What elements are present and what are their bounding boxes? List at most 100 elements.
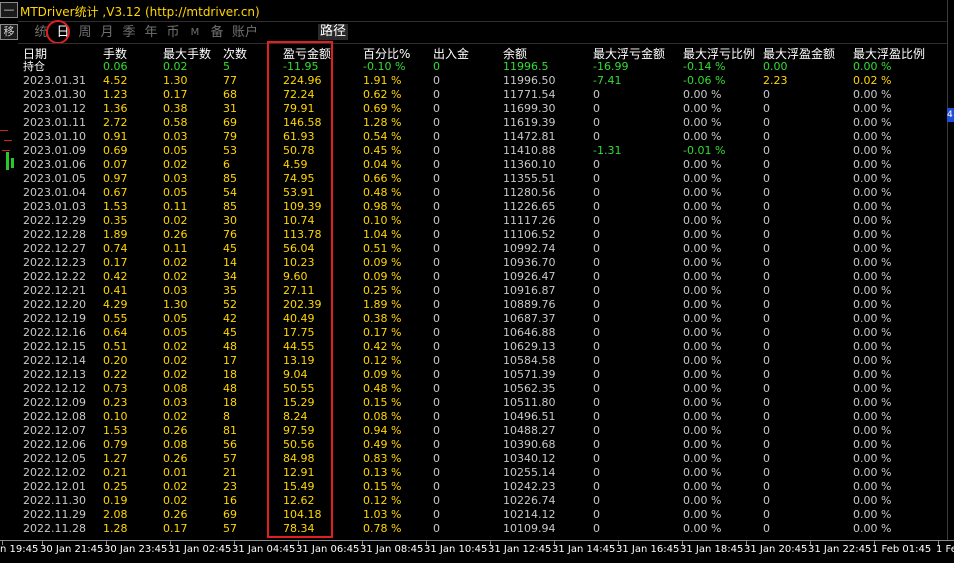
table-row[interactable]: 2023.01.10 0.91 0.03 79 61.93 0.54 % 0 11472.81… — [18, 130, 947, 144]
cell-max-float-profit-pct: 0.00 % — [853, 508, 892, 521]
right-chart-strip — [947, 0, 954, 540]
tab-m[interactable]: M — [186, 24, 204, 41]
table-row[interactable]: 2022.12.21 0.41 0.03 35 27.11 0.25 % 0 10916.87… — [18, 284, 947, 298]
cell-percent: 0.48 % — [363, 186, 402, 199]
move-button[interactable]: 移 — [0, 24, 18, 40]
cell-deposit: 0 — [433, 284, 440, 297]
tab-month[interactable]: 月 — [98, 24, 116, 41]
cell-date: 2022.12.16 — [23, 326, 86, 339]
cell-count: 5 — [223, 60, 230, 73]
cell-deposit: 0 — [433, 158, 440, 171]
table-row[interactable]: 2022.12.23 0.17 0.02 14 10.23 0.09 % 0 10936.70… — [18, 256, 947, 270]
tab-currency[interactable]: 币 — [164, 24, 182, 41]
cell-max-float-profit: 0 — [763, 508, 770, 521]
cell-date: 2022.12.15 — [23, 340, 86, 353]
cell-count: 68 — [223, 88, 237, 101]
tab-year[interactable]: 年 — [142, 24, 160, 41]
table-row[interactable]: 2022.12.12 0.73 0.08 48 50.55 0.48 % 0 10562.35… — [18, 382, 947, 396]
cell-percent: -0.10 % — [363, 60, 406, 73]
cell-date: 2022.12.19 — [23, 312, 86, 325]
holding-row[interactable]: 持仓 0.06 0.02 5 -11.95 -0.10 % 0 11996.5 -16.99 -0… — [18, 60, 947, 74]
cell-max-float-loss-pct: 0.00 % — [683, 494, 722, 507]
table-row[interactable]: 2022.12.14 0.20 0.02 17 13.19 0.12 % 0 10584.58… — [18, 354, 947, 368]
table-row[interactable]: 2023.01.09 0.69 0.05 53 50.78 0.45 % 0 11410.88… — [18, 144, 947, 158]
cell-max-float-loss-pct: 0.00 % — [683, 298, 722, 311]
table-row[interactable]: 2022.12.13 0.22 0.02 18 9.04 0.09 % 0 10571.39 0… — [18, 368, 947, 382]
table-row[interactable]: 2022.12.28 1.89 0.26 76 113.78 1.04 % 0 11106.5… — [18, 228, 947, 242]
table-row[interactable]: 2022.12.01 0.25 0.02 23 15.49 0.15 % 0 10242.23… — [18, 480, 947, 494]
cell-max-float-loss-pct: 0.00 % — [683, 340, 722, 353]
table-row[interactable]: 2022.12.16 0.64 0.05 45 17.75 0.17 % 0 10646.88… — [18, 326, 947, 340]
cell-max-float-loss-pct: 0.00 % — [683, 256, 722, 269]
table-row[interactable]: 2023.01.31 4.52 1.30 77 224.96 1.91 % 0 11996.5… — [18, 74, 947, 88]
table-row[interactable]: 2023.01.04 0.67 0.05 54 53.91 0.48 % 0 11280.56… — [18, 186, 947, 200]
cell-deposit: 0 — [433, 242, 440, 255]
cell-lots: 0.06 — [103, 60, 128, 73]
tab-backup[interactable]: 备 — [208, 24, 226, 41]
table-row[interactable]: 2022.12.29 0.35 0.02 30 10.74 0.10 % 0 11117.26… — [18, 214, 947, 228]
cell-deposit: 0 — [433, 522, 440, 535]
cell-max-lots: 0.58 — [163, 116, 188, 129]
cell-max-lots: 1.30 — [163, 74, 188, 87]
table-row[interactable]: 2022.11.30 0.19 0.02 16 12.62 0.12 % 0 10226.74… — [18, 494, 947, 508]
cell-max-float-loss-pct: -0.01 % — [683, 144, 726, 157]
table-row[interactable]: 2022.12.02 0.21 0.01 21 12.91 0.13 % 0 10255.14… — [18, 466, 947, 480]
table-row[interactable]: 2022.12.09 0.23 0.03 18 15.29 0.15 % 0 10511.80… — [18, 396, 947, 410]
candle-bar — [11, 158, 14, 168]
cell-max-lots: 0.03 — [163, 396, 188, 409]
table-row[interactable]: 2022.12.22 0.42 0.02 34 9.60 0.09 % 0 10926.47 0… — [18, 270, 947, 284]
cell-deposit: 0 — [433, 130, 440, 143]
table-row[interactable]: 2023.01.05 0.97 0.03 85 74.95 0.66 % 0 11355.51… — [18, 172, 947, 186]
cell-deposit: 0 — [433, 88, 440, 101]
table-row[interactable]: 2022.12.27 0.74 0.11 45 56.04 0.51 % 0 10992.74… — [18, 242, 947, 256]
cell-max-float-profit-pct: 0.00 % — [853, 382, 892, 395]
cell-count: 85 — [223, 200, 237, 213]
table-row[interactable]: 2022.12.19 0.55 0.05 42 40.49 0.38 % 0 10687.37… — [18, 312, 947, 326]
table-row[interactable]: 2022.12.20 4.29 1.30 52 202.39 1.89 % 0 10889.7… — [18, 298, 947, 312]
tab-week[interactable]: 周 — [76, 24, 94, 41]
cell-percent: 0.08 % — [363, 410, 402, 423]
cell-date: 2022.12.22 — [23, 270, 86, 283]
cell-max-float-loss-pct: 0.00 % — [683, 326, 722, 339]
cell-deposit: 0 — [433, 452, 440, 465]
table-row[interactable]: 2023.01.06 0.07 0.02 6 4.59 0.04 % 0 11360.10 0 0… — [18, 158, 947, 172]
table-row[interactable]: 2023.01.12 1.36 0.38 31 79.91 0.69 % 0 11699.30… — [18, 102, 947, 116]
cell-percent: 0.17 % — [363, 326, 402, 339]
price-line — [0, 130, 8, 131]
table-row[interactable]: 2022.12.15 0.51 0.02 48 44.55 0.42 % 0 10629.13… — [18, 340, 947, 354]
table-row[interactable]: 2023.01.03 1.53 0.11 85 109.39 0.98 % 0 11226.6… — [18, 200, 947, 214]
cell-max-float-loss-pct: 0.00 % — [683, 214, 722, 227]
path-button[interactable]: 路径 — [318, 24, 348, 40]
tab-account[interactable]: 账户 — [230, 24, 260, 41]
cell-max-float-profit-pct: 0.00 % — [853, 130, 892, 143]
table-row[interactable]: 2022.11.29 2.08 0.26 69 104.18 1.03 % 0 10214.1… — [18, 508, 947, 522]
tab-quarter[interactable]: 季 — [120, 24, 138, 41]
table-row[interactable]: 2023.01.30 1.23 0.17 68 72.24 0.62 % 0 11771.54… — [18, 88, 947, 102]
table-row[interactable]: 2023.01.11 2.72 0.58 69 146.58 1.28 % 0 11619.3… — [18, 116, 947, 130]
cell-lots: 0.23 — [103, 396, 128, 409]
axis-time-label: 31 Jan 06:45 — [296, 544, 360, 555]
table-row[interactable]: 2022.12.05 1.27 0.26 57 84.98 0.83 % 0 10340.12… — [18, 452, 947, 466]
cell-lots: 0.22 — [103, 368, 128, 381]
minimize-button[interactable]: — — [0, 2, 18, 18]
table-row[interactable]: 2022.12.06 0.79 0.08 56 50.56 0.49 % 0 10390.68… — [18, 438, 947, 452]
table-row[interactable]: 2022.12.07 1.53 0.26 81 97.59 0.94 % 0 10488.27… — [18, 424, 947, 438]
cell-lots: 1.28 — [103, 522, 128, 535]
cell-max-float-loss-pct: 0.00 % — [683, 186, 722, 199]
cell-date: 2022.12.28 — [23, 228, 86, 241]
tabs-divider — [18, 43, 947, 44]
cell-max-lots: 0.03 — [163, 130, 188, 143]
cell-max-float-profit-pct: 0.00 % — [853, 480, 892, 493]
cell-max-float-loss: 0 — [593, 130, 600, 143]
cell-max-float-loss: 0 — [593, 200, 600, 213]
cell-percent: 0.45 % — [363, 144, 402, 157]
table-row[interactable]: 2022.11.28 1.28 0.17 57 78.34 0.78 % 0 10109.94… — [18, 522, 947, 536]
cell-max-float-loss: 0 — [593, 270, 600, 283]
cell-max-float-loss: 0 — [593, 452, 600, 465]
cell-max-lots: 0.05 — [163, 144, 188, 157]
cell-lots: 0.73 — [103, 382, 128, 395]
cell-max-float-profit: 0 — [763, 130, 770, 143]
cell-date: 2022.12.02 — [23, 466, 86, 479]
cell-count: 23 — [223, 480, 237, 493]
table-row[interactable]: 2022.12.08 0.10 0.02 8 8.24 0.08 % 0 10496.51 0 0… — [18, 410, 947, 424]
